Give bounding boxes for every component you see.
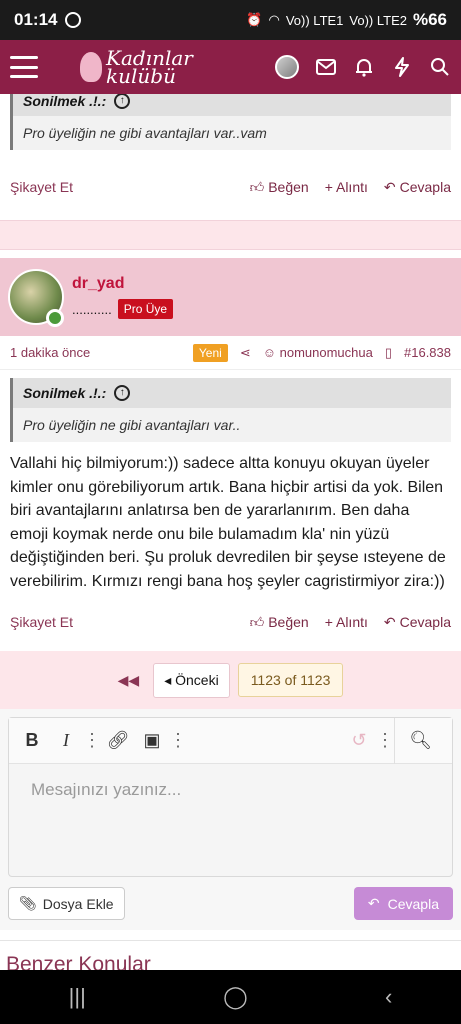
link-icon[interactable]: 🔗︎ bbox=[101, 724, 135, 758]
android-nav-bar: ||| ◯ ‹ bbox=[0, 970, 461, 1024]
mention-user[interactable]: ☺ nomunomuchua bbox=[263, 345, 373, 360]
attach-file-button[interactable]: 📎︎ Dosya Ekle bbox=[8, 887, 125, 920]
quote-text-2: Pro üyeliğin ne gibi avantajları var.. bbox=[23, 417, 241, 433]
thread-content: Sonilmek .!.: ↑ Pro üyeliğin ne gibi ava… bbox=[0, 94, 461, 970]
post-avatar[interactable] bbox=[8, 269, 64, 327]
quote-button-2[interactable]: + Alıntı bbox=[325, 614, 368, 631]
alarm-icon: ⏰ bbox=[246, 12, 263, 27]
submit-label: Cevapla bbox=[387, 895, 439, 912]
post-number[interactable]: #16.838 bbox=[404, 345, 451, 360]
post-username[interactable]: dr_yad bbox=[72, 275, 173, 293]
prev-page-button[interactable]: ◂ Önceki bbox=[153, 662, 230, 698]
mention-name: nomunomuchua bbox=[279, 345, 373, 360]
post-message: Vallahi hiç bilmiyorum:)) sadece altta k… bbox=[10, 455, 446, 590]
chevron-left-icon: ◂ bbox=[164, 671, 176, 688]
post-meta: 1 dakika önce Yeni ⋖ ☺ nomunomuchua ▯ #1… bbox=[0, 336, 461, 370]
quote-block: Sonilmek .!.: ↑ Pro üyeliğin ne gibi ava… bbox=[10, 94, 451, 150]
quote-header[interactable]: Sonilmek .!.: ↑ bbox=[13, 94, 451, 116]
reply-button-2[interactable]: ↶ Cevapla bbox=[384, 614, 451, 631]
reply-icon: ↶ bbox=[383, 178, 396, 195]
back-icon[interactable]: ‹ bbox=[385, 984, 392, 1010]
online-indicator bbox=[46, 309, 64, 327]
report-link-2[interactable]: Şikayet Et bbox=[10, 614, 73, 630]
thumbs-up-icon: 👍︎ bbox=[249, 613, 265, 630]
reply-icon: ↶ bbox=[383, 613, 396, 630]
submit-reply-button[interactable]: ↶ Cevapla bbox=[353, 887, 453, 920]
post-actions: Şikayet Et 👍︎ Beğen + Alıntı ↶ Cevapla bbox=[0, 164, 461, 210]
image-icon[interactable]: ▣ bbox=[135, 724, 169, 758]
similar-threads-title: Benzer Konular bbox=[0, 940, 461, 970]
signal-1: Vo)) LTE1 bbox=[285, 12, 344, 28]
quote-header-2[interactable]: Sonilmek .!.: ↑ bbox=[13, 378, 451, 408]
more-text-options-icon[interactable]: ⋮ bbox=[83, 724, 101, 758]
quote-author: Sonilmek .!.: bbox=[23, 94, 107, 109]
reply-icon: ↶ bbox=[367, 895, 380, 911]
prev-label: Önceki bbox=[175, 671, 219, 688]
home-icon[interactable]: ◯ bbox=[223, 984, 248, 1010]
reply-button[interactable]: ↶ Cevapla bbox=[384, 179, 451, 196]
quote-author-2: Sonilmek .!.: bbox=[23, 385, 107, 401]
arrow-up-icon[interactable]: ↑ bbox=[114, 94, 131, 109]
top-nav: Kadınlar kulübü bbox=[0, 40, 461, 94]
more-options-icon[interactable]: ⋮ bbox=[376, 724, 394, 758]
quote-button[interactable]: + Alıntı bbox=[325, 179, 368, 196]
reply-editor-area: B I ⋮ 🔗︎ ▣ ⋮ ↺ ⋮ 🔍︎ Mesajınızı yazınız..… bbox=[0, 709, 461, 930]
post-separator bbox=[0, 220, 461, 250]
italic-icon[interactable]: I bbox=[49, 724, 83, 758]
battery-level: %66 bbox=[412, 10, 447, 29]
reply-label: Cevapla bbox=[399, 179, 451, 195]
user-icon: ☺ bbox=[262, 345, 280, 360]
pagination: ◀◀ ◂ Önceki 1123 of 1123 bbox=[0, 651, 461, 709]
reply-label-2: Cevapla bbox=[399, 614, 451, 630]
bolt-icon[interactable] bbox=[391, 56, 413, 78]
user-title: ........... bbox=[72, 301, 112, 317]
current-page[interactable]: 1123 of 1123 bbox=[237, 663, 344, 697]
logo-mark-icon bbox=[80, 52, 102, 82]
bookmark-icon[interactable]: ▯ bbox=[385, 345, 392, 361]
preview-icon[interactable]: 🔍︎ bbox=[394, 717, 446, 764]
menu-icon[interactable] bbox=[10, 56, 38, 78]
mail-icon[interactable] bbox=[315, 56, 337, 78]
thumbs-up-icon: 👍︎ bbox=[249, 178, 265, 195]
first-page-icon[interactable]: ◀◀ bbox=[118, 672, 140, 689]
share-icon[interactable]: ⋖ bbox=[240, 345, 251, 361]
like-button[interactable]: 👍︎ Beğen bbox=[250, 179, 309, 196]
report-link[interactable]: Şikayet Et bbox=[10, 179, 73, 195]
undo-icon[interactable]: ↺ bbox=[342, 724, 376, 758]
post-time[interactable]: 1 dakika önce bbox=[10, 345, 90, 360]
reply-editor: B I ⋮ 🔗︎ ▣ ⋮ ↺ ⋮ 🔍︎ Mesajınızı yazınız..… bbox=[8, 717, 453, 877]
post-actions-2: Şikayet Et 👍︎ Beğen + Alıntı ↶ Cevapla bbox=[0, 599, 461, 645]
post-user-bar: dr_yad ........... Pro Üye bbox=[0, 258, 461, 336]
user-avatar[interactable] bbox=[275, 55, 299, 79]
quote-text: Pro üyeliğin ne gibi avantajları var..va… bbox=[23, 125, 267, 141]
editor-toolbar: B I ⋮ 🔗︎ ▣ ⋮ ↺ ⋮ 🔍︎ bbox=[9, 717, 452, 764]
new-badge: Yeni bbox=[192, 343, 228, 362]
like-label-2: Beğen bbox=[268, 614, 309, 630]
pro-member-badge: Pro Üye bbox=[117, 299, 174, 319]
search-icon[interactable] bbox=[429, 56, 451, 78]
wifi-icon: ◠ bbox=[268, 12, 280, 27]
status-bar: 01:14 ⏰ ◠ Vo)) LTE1 Vo)) LTE2 %66 bbox=[0, 0, 461, 40]
site-logo[interactable]: Kadınlar kulübü bbox=[80, 48, 193, 86]
whatsapp-icon bbox=[65, 12, 82, 28]
like-button-2[interactable]: 👍︎ Beğen bbox=[250, 614, 309, 631]
like-label: Beğen bbox=[268, 179, 309, 195]
more-insert-options-icon[interactable]: ⋮ bbox=[169, 724, 187, 758]
bold-icon[interactable]: B bbox=[15, 724, 49, 758]
message-input[interactable]: Mesajınızı yazınız... bbox=[9, 764, 452, 876]
bell-icon[interactable] bbox=[353, 56, 375, 78]
arrow-up-icon[interactable]: ↑ bbox=[114, 385, 131, 401]
status-time: 01:14 bbox=[14, 10, 58, 29]
paperclip-icon: 📎︎ bbox=[19, 895, 37, 911]
signal-2: Vo)) LTE2 bbox=[349, 12, 407, 28]
attach-label: Dosya Ekle bbox=[42, 895, 114, 912]
recent-apps-icon[interactable]: ||| bbox=[69, 984, 86, 1010]
quote-block-2: Sonilmek .!.: ↑ Pro üyeliğin ne gibi ava… bbox=[10, 378, 451, 442]
